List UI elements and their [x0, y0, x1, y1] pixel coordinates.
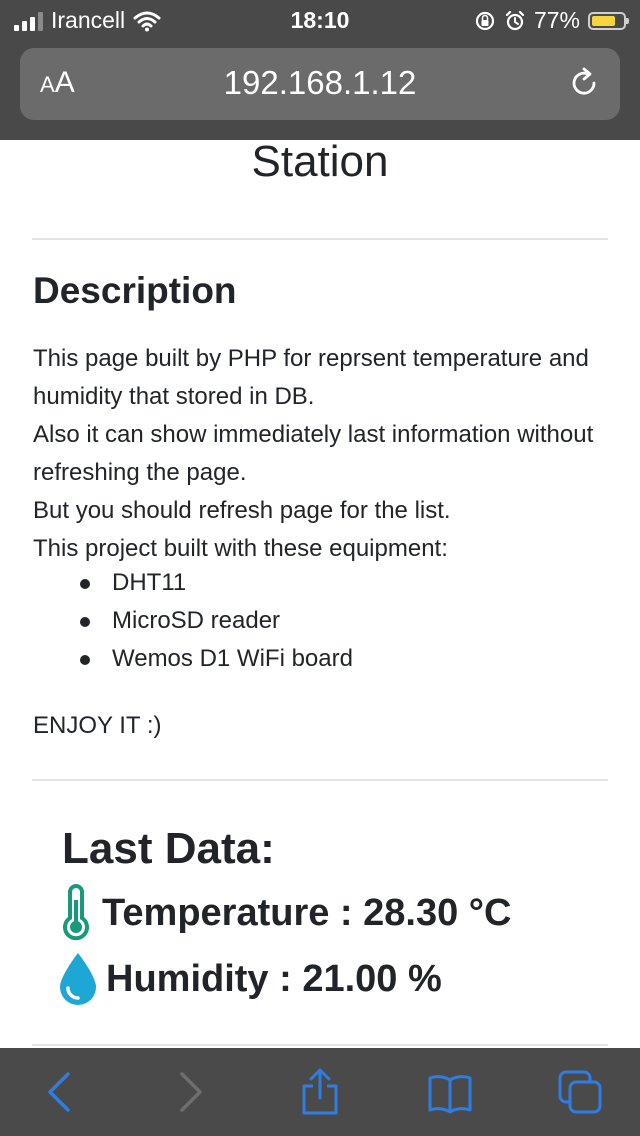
divider	[32, 1044, 608, 1046]
address-bar[interactable]: AA 192.168.1.12	[20, 48, 620, 120]
orientation-lock-icon	[475, 11, 495, 30]
forward-icon[interactable]	[166, 1068, 214, 1116]
bookmarks-icon[interactable]	[426, 1068, 474, 1116]
temperature-reading: Temperature : 28.30 °C	[56, 884, 511, 942]
battery-fill	[592, 15, 616, 26]
description-heading: Description	[33, 270, 237, 311]
divider	[32, 779, 608, 781]
temperature-value: Temperature : 28.30 °C	[102, 891, 512, 934]
humidity-reading: Humidity : 21.00 %	[56, 950, 442, 1008]
list-item: Wemos D1 WiFi board	[80, 640, 353, 678]
divider	[32, 238, 608, 240]
description-paragraph: Also it can show immediately last inform…	[33, 421, 594, 486]
page-title: Station	[251, 137, 389, 186]
description-paragraph: This page built by PHP for reprsent temp…	[33, 345, 589, 410]
closing-text: ENJOY IT :)	[33, 712, 162, 739]
tabs-icon[interactable]	[556, 1068, 604, 1116]
equipment-list: DHT11 MicroSD reader Wemos D1 WiFi board	[80, 564, 353, 678]
battery-percent: 77%	[533, 7, 580, 33]
status-bar: Irancell 18:10 77%	[0, 0, 640, 40]
page-title-block: Station	[0, 140, 640, 184]
humidity-value: Humidity : 21.00 %	[106, 957, 442, 1000]
list-item: DHT11	[80, 564, 353, 602]
alarm-icon	[505, 10, 525, 30]
last-data-heading: Last Data:	[62, 824, 275, 873]
description-paragraph: But you should refresh page for the list…	[33, 497, 451, 524]
battery-icon	[588, 11, 629, 30]
back-icon[interactable]	[36, 1068, 84, 1116]
description-text: This page built by PHP for reprsent temp…	[33, 340, 623, 568]
list-item: MicroSD reader	[80, 602, 353, 640]
reload-icon[interactable]	[568, 66, 602, 100]
browser-toolbar	[0, 1048, 640, 1136]
description-paragraph: This project built with these equipment:	[33, 535, 448, 562]
status-right: 77%	[474, 7, 629, 34]
water-drop-icon	[60, 953, 96, 1005]
thermometer-icon	[63, 884, 89, 941]
browser-top-chrome: Irancell 18:10 77% AA 192.168.1.12	[0, 0, 640, 140]
share-icon[interactable]	[296, 1068, 344, 1116]
url-text[interactable]: 192.168.1.12	[20, 64, 620, 102]
